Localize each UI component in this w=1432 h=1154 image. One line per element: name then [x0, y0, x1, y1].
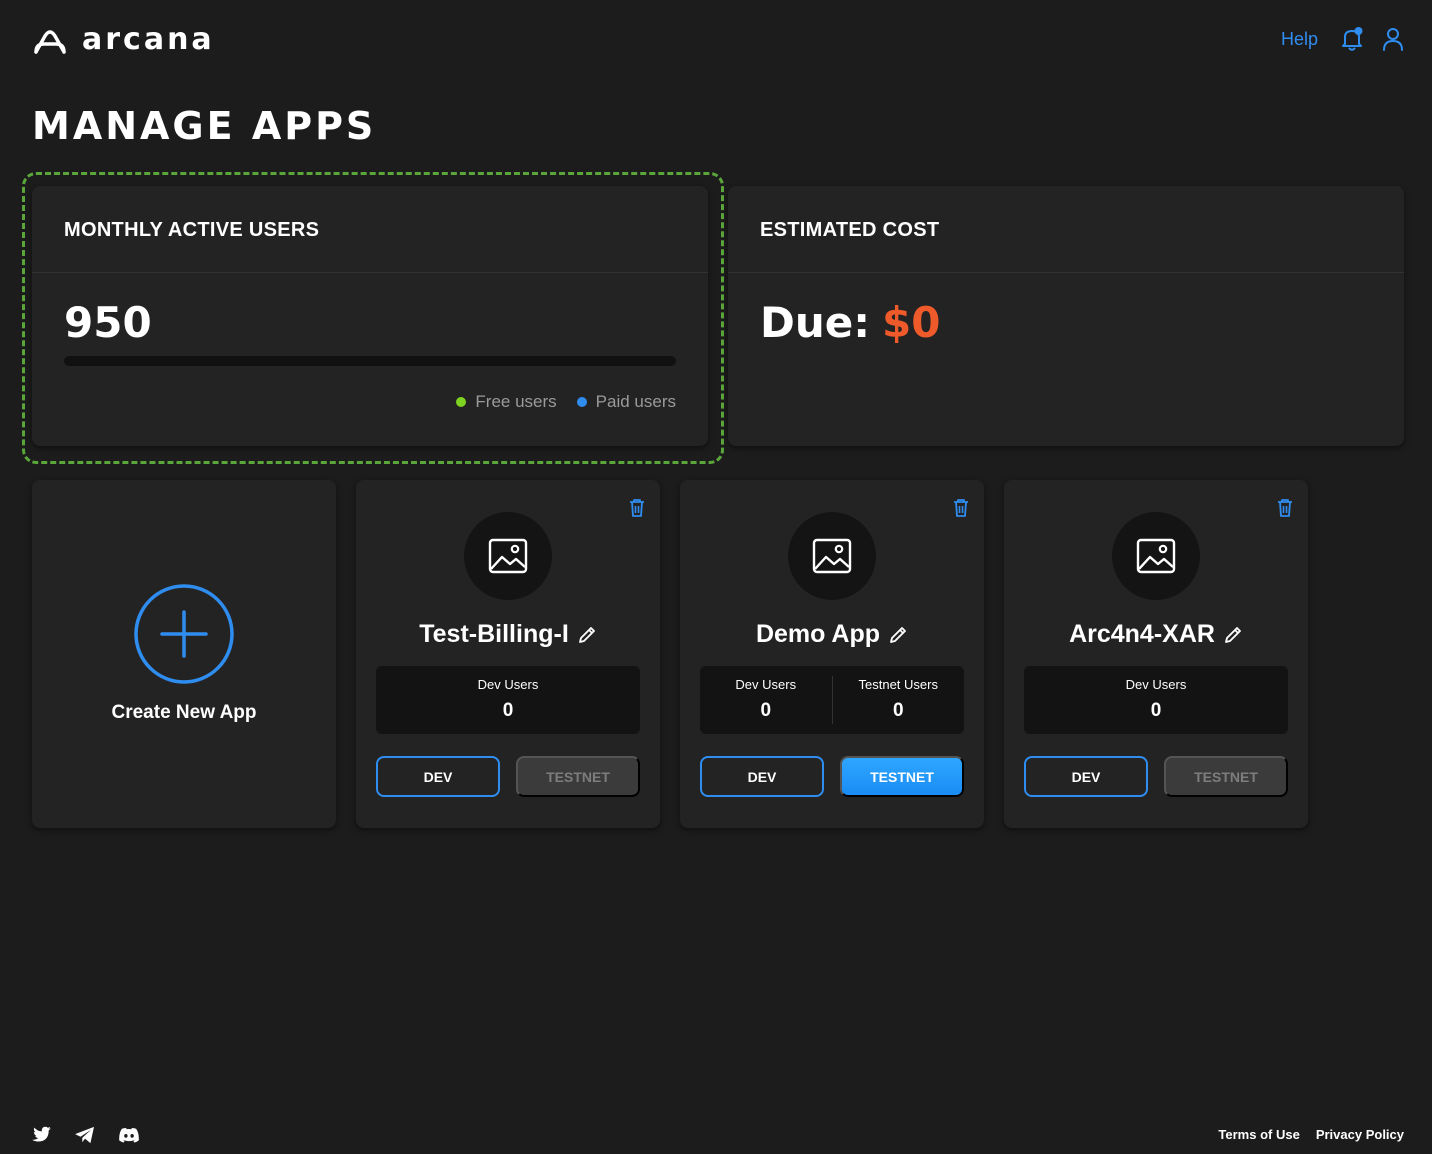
legend-paid-users: Paid users	[576, 392, 676, 412]
arcana-logo[interactable]: arcana	[32, 22, 215, 57]
social-links	[30, 1126, 162, 1144]
app-card: Arc4n4-XAR Dev Users 0 DEV TESTNET	[1004, 480, 1308, 828]
app-name-row: Demo App	[680, 620, 984, 649]
logo-text: arcana	[82, 22, 215, 57]
dev-users-stat: Dev Users 0	[1024, 666, 1288, 734]
help-link[interactable]: Help	[1281, 29, 1318, 50]
due-line: Due: $0	[760, 298, 941, 347]
twitter-icon[interactable]	[30, 1126, 52, 1144]
testnet-users-stat: Testnet Users 0	[831, 676, 965, 724]
create-new-app-card[interactable]: Create New App	[32, 480, 336, 828]
header-actions: Help	[1281, 26, 1404, 52]
dev-users-count: 0	[502, 700, 514, 721]
trash-icon[interactable]	[952, 498, 970, 518]
paid-users-dot	[576, 397, 587, 407]
privacy-policy-link[interactable]: Privacy Policy	[1316, 1127, 1404, 1142]
cost-panel-title: ESTIMATED COST	[728, 186, 1404, 273]
app-name: Demo App	[755, 620, 881, 648]
monthly-active-users-panel: MONTHLY ACTIVE USERS 950 Free users Paid…	[32, 186, 708, 446]
dev-users-label: Dev Users	[1125, 677, 1187, 692]
app-image-placeholder	[464, 512, 552, 600]
dev-users-label: Dev Users	[477, 677, 539, 692]
dev-users-stat: Dev Users 0	[376, 666, 640, 734]
plus-circle-icon[interactable]	[134, 584, 234, 684]
dev-users-stat: Dev Users 0	[700, 666, 832, 734]
pencil-edit-icon[interactable]	[577, 625, 597, 645]
create-new-app-label[interactable]: Create New App	[32, 702, 336, 724]
dev-users-label: Dev Users	[735, 677, 797, 692]
arcana-logo-icon	[34, 29, 66, 54]
legend-free-users: Free users	[456, 392, 557, 412]
image-icon	[488, 538, 528, 574]
users-stats-box: Dev Users 0 Testnet Users 0	[700, 666, 964, 734]
pencil-edit-icon[interactable]	[888, 625, 908, 645]
mau-panel-title: MONTHLY ACTIVE USERS	[32, 186, 708, 273]
dev-button[interactable]: DEV	[1024, 756, 1148, 797]
footer-links: Terms of Use Privacy Policy	[1202, 1127, 1404, 1142]
image-icon	[812, 538, 852, 574]
image-icon	[1136, 538, 1176, 574]
discord-icon[interactable]	[118, 1127, 140, 1143]
pencil-edit-icon[interactable]	[1223, 625, 1243, 645]
app-name: Arc4n4-XAR	[1069, 620, 1215, 648]
app-name-row: Arc4n4-XAR	[1004, 620, 1308, 649]
testnet-button[interactable]: TESTNET	[516, 756, 640, 797]
free-users-dot	[456, 397, 467, 407]
app-card: Test-Billing-I Dev Users 0 DEV TESTNET	[356, 480, 660, 828]
mau-progress-bar	[64, 356, 676, 366]
users-stats-box: Dev Users 0	[1024, 666, 1288, 734]
telegram-icon[interactable]	[74, 1126, 96, 1144]
dev-users-count: 0	[760, 700, 772, 721]
legend-paid-label: Paid users	[595, 392, 676, 411]
testnet-button[interactable]: TESTNET	[840, 756, 964, 797]
testnet-button[interactable]: TESTNET	[1164, 756, 1288, 797]
dev-button[interactable]: DEV	[376, 756, 500, 797]
app-card: Demo App Dev Users 0 Testnet Users 0 DEV…	[680, 480, 984, 828]
page-title: MANAGE APPS	[32, 104, 377, 148]
app-image-placeholder	[1112, 512, 1200, 600]
dev-button[interactable]: DEV	[700, 756, 824, 797]
testnet-users-count: 0	[892, 700, 904, 721]
estimated-cost-panel: ESTIMATED COST Due: $0	[728, 186, 1404, 446]
testnet-users-label: Testnet Users	[858, 677, 938, 692]
dev-users-count: 0	[1150, 700, 1162, 721]
users-stats-box: Dev Users 0	[376, 666, 640, 734]
bell-icon[interactable]	[1340, 26, 1364, 52]
mau-value: 950	[64, 298, 152, 347]
due-label: Due:	[760, 298, 871, 347]
mau-legend: Free users Paid users	[436, 392, 676, 412]
top-bar: arcana Help	[0, 0, 1432, 80]
trash-icon[interactable]	[1276, 498, 1294, 518]
app-name: Test-Billing-I	[419, 620, 569, 648]
terms-of-use-link[interactable]: Terms of Use	[1218, 1127, 1299, 1142]
user-profile-icon[interactable]	[1382, 26, 1404, 52]
app-image-placeholder	[788, 512, 876, 600]
app-name-row: Test-Billing-I	[356, 620, 660, 649]
due-amount: $0	[882, 298, 941, 347]
legend-free-label: Free users	[475, 392, 557, 411]
trash-icon[interactable]	[628, 498, 646, 518]
